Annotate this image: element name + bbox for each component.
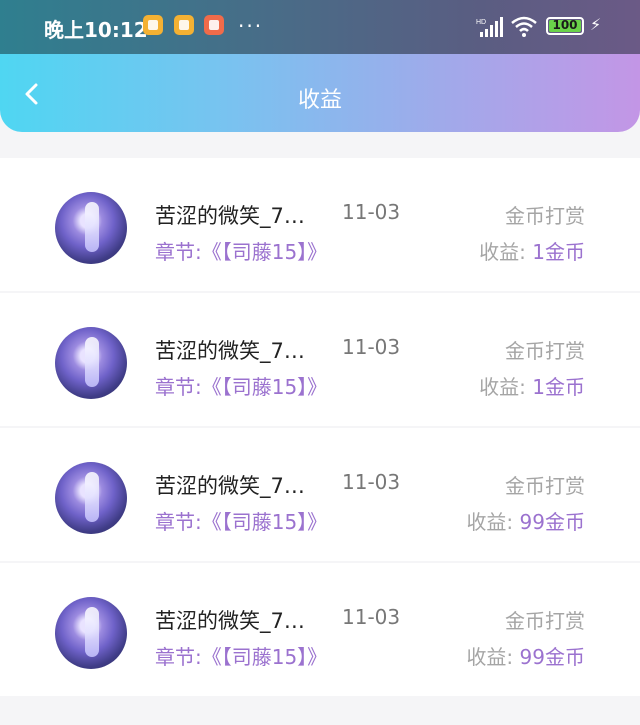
- header: 晚上10:12 ··· HD 100 ⚡ 收益: [0, 0, 640, 132]
- battery-level: 100: [552, 18, 578, 32]
- earnings-label: 收益:: [479, 240, 526, 264]
- wifi-icon: [511, 16, 537, 37]
- record-date: 11-03: [342, 605, 401, 629]
- avatar: [55, 462, 127, 534]
- user-name: 苦涩的微笑_7…: [155, 339, 305, 363]
- chapter-label: 章节:《【司藤15】》: [155, 645, 328, 669]
- status-bar: 晚上10:12 ··· HD 100 ⚡: [0, 0, 640, 54]
- page-title: 收益: [297, 88, 342, 113]
- list-item[interactable]: 苦涩的微笑_7… 11-03 章节:《【司藤15】》 金币打赏 收益: 99金币: [0, 563, 640, 696]
- earnings: 收益: 99金币: [466, 641, 585, 670]
- earnings-amount: 1金币: [532, 375, 585, 399]
- svg-text:HD: HD: [476, 19, 486, 26]
- record-date: 11-03: [342, 470, 401, 494]
- earnings-label: 收益:: [466, 510, 514, 534]
- app-icon-3: [204, 15, 224, 35]
- chapter-label: 章节:《【司藤15】》: [155, 240, 328, 264]
- chapter-label: 章节:《【司藤15】》: [155, 375, 328, 399]
- list-item[interactable]: 苦涩的微笑_7… 11-03 章节:《【司藤15】》 金币打赏 收益: 1金币: [0, 158, 640, 291]
- avatar: [55, 192, 127, 264]
- avatar: [55, 327, 127, 399]
- list-item[interactable]: 苦涩的微笑_7… 11-03 章节:《【司藤15】》 金币打赏 收益: 99金币: [0, 428, 640, 561]
- earnings-amount: 1金币: [532, 240, 585, 264]
- signal-hd-icon: HD: [476, 17, 503, 37]
- user-name: 苦涩的微笑_7…: [155, 204, 305, 228]
- earnings: 收益: 1金币: [479, 371, 585, 400]
- user-name: 苦涩的微笑_7…: [155, 474, 305, 498]
- app-icon-1: [143, 15, 163, 35]
- record-date: 11-03: [342, 200, 401, 224]
- earnings: 收益: 1金币: [479, 236, 585, 265]
- battery-icon: 100: [546, 17, 584, 35]
- earnings-label: 收益:: [479, 375, 526, 399]
- charging-icon: ⚡: [590, 15, 602, 34]
- record-date: 11-03: [342, 335, 401, 359]
- app-icon-2: [174, 15, 194, 35]
- chapter-label: 章节:《【司藤15】》: [155, 510, 328, 534]
- user-name: 苦涩的微笑_7…: [155, 609, 305, 633]
- reward-type: 金币打赏: [505, 339, 585, 363]
- list-item[interactable]: 苦涩的微笑_7… 11-03 章节:《【司藤15】》 金币打赏 收益: 1金币: [0, 293, 640, 426]
- reward-type: 金币打赏: [505, 204, 585, 228]
- earnings-amount: 99金币: [519, 645, 585, 669]
- earnings-list: 苦涩的微笑_7… 11-03 章节:《【司藤15】》 金币打赏 收益: 1金币 …: [0, 132, 640, 698]
- earnings: 收益: 99金币: [466, 506, 585, 535]
- reward-type: 金币打赏: [505, 609, 585, 633]
- avatar: [55, 597, 127, 669]
- reward-type: 金币打赏: [505, 474, 585, 498]
- status-time: 晚上10:12: [44, 18, 148, 42]
- earnings-amount: 99金币: [519, 510, 585, 534]
- earnings-label: 收益:: [466, 645, 514, 669]
- more-icon: ···: [238, 14, 264, 38]
